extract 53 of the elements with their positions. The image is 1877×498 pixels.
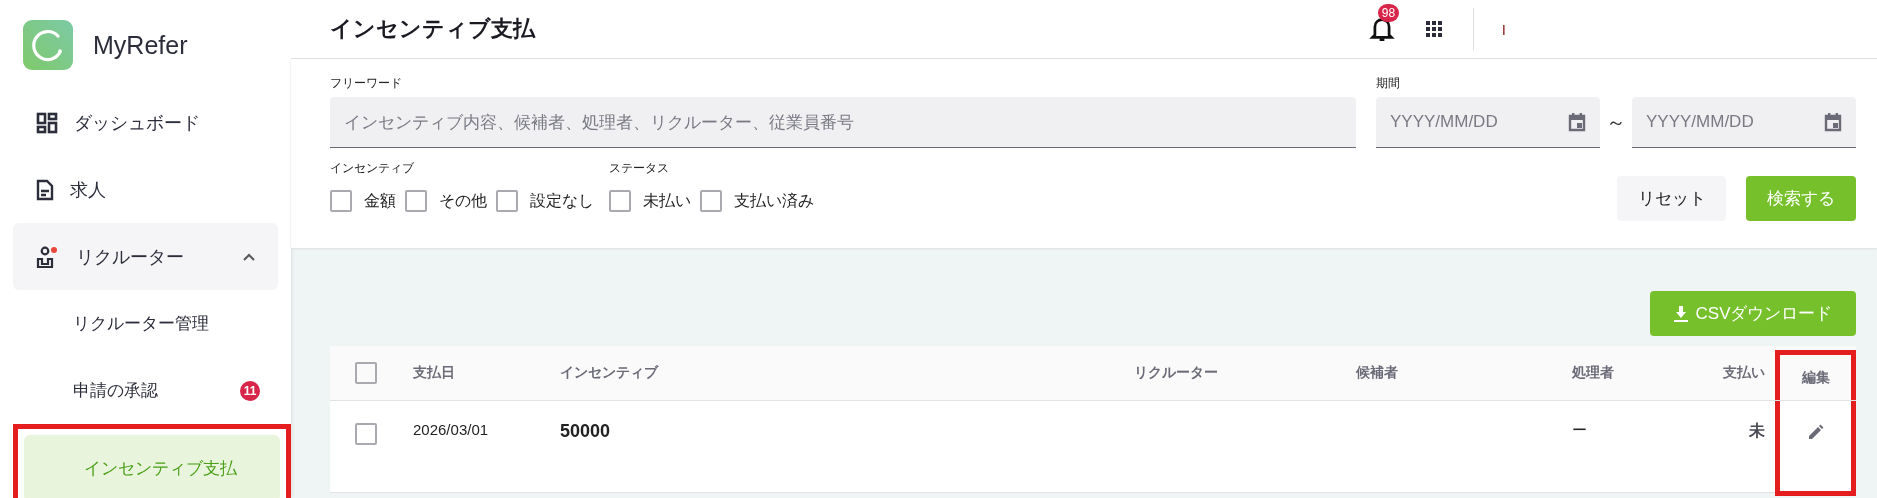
notification-badge: 98 <box>1377 4 1400 22</box>
column-header: 支払日 <box>413 363 456 382</box>
count-badge: 11 <box>240 380 260 401</box>
app-name: MyRefer <box>93 30 188 60</box>
document-icon <box>36 178 54 201</box>
table-cell: 2026/03/01 <box>413 421 489 438</box>
date-field[interactable]: YYYY/MM/DD <box>1376 97 1600 148</box>
checkbox-label: 未払い <box>643 190 691 211</box>
table-cell-text: 未 <box>1749 421 1765 441</box>
sidebar-item[interactable]: 求人 <box>13 156 278 223</box>
checkbox[interactable] <box>330 190 352 212</box>
range-separator: ～ <box>1606 110 1626 135</box>
checkbox[interactable] <box>355 362 377 384</box>
chevron-icon <box>243 252 255 261</box>
user-name[interactable]: I <box>1501 20 1506 38</box>
sidebar-item[interactable]: リクルーター <box>13 223 278 290</box>
calendar-icon <box>1568 112 1586 132</box>
group-label: ステータス <box>609 160 669 177</box>
checkbox-label: 金額 <box>364 190 396 211</box>
pencil-icon[interactable] <box>1806 423 1825 441</box>
reset-button[interactable]: リセット <box>1617 176 1726 221</box>
checkbox[interactable] <box>355 423 377 445</box>
bell-icon[interactable] <box>1368 16 1395 42</box>
column-header: 編集 <box>1775 350 1856 400</box>
checkbox-label: 設定なし <box>530 190 594 211</box>
date-field[interactable]: YYYY/MM/DD <box>1632 97 1856 148</box>
table-cell: 50000 <box>560 421 611 442</box>
apps-grid-icon[interactable] <box>1425 21 1442 37</box>
group-label: インセンティブ <box>330 160 414 177</box>
checkbox[interactable] <box>496 190 518 212</box>
checkbox[interactable] <box>609 190 631 212</box>
table-cell: ー <box>1572 421 1587 440</box>
column-header: 処理者 <box>1572 363 1615 382</box>
sidebar-subitem[interactable]: リクルーター管理 <box>13 290 278 357</box>
sidebar-item[interactable]: ダッシュボード <box>13 89 278 156</box>
column-header: リクルーター <box>1134 363 1219 382</box>
column-header: インセンティブ <box>560 363 660 382</box>
calendar-icon <box>1824 112 1842 132</box>
checkbox[interactable] <box>405 190 427 212</box>
page-title: インセンティブ支払 <box>330 15 535 43</box>
download-icon <box>1673 305 1688 322</box>
field-label: 期間 <box>1376 75 1401 92</box>
column-header: 支払い <box>1722 363 1766 382</box>
checkbox[interactable] <box>700 190 722 212</box>
people-icon <box>36 245 60 268</box>
sidebar-subitem[interactable]: 申請の承認 11 <box>13 357 278 424</box>
column-header: 候補者 <box>1356 363 1399 382</box>
field-label: フリーワード <box>330 75 403 92</box>
dashboard-icon <box>36 111 58 134</box>
logo-icon <box>23 20 73 70</box>
checkbox-label: その他 <box>439 190 487 211</box>
checkbox-label: 支払い済み <box>734 190 814 211</box>
search-field[interactable]: インセンティブ内容、候補者、処理者、リクルーター、従業員番号 <box>330 97 1356 148</box>
